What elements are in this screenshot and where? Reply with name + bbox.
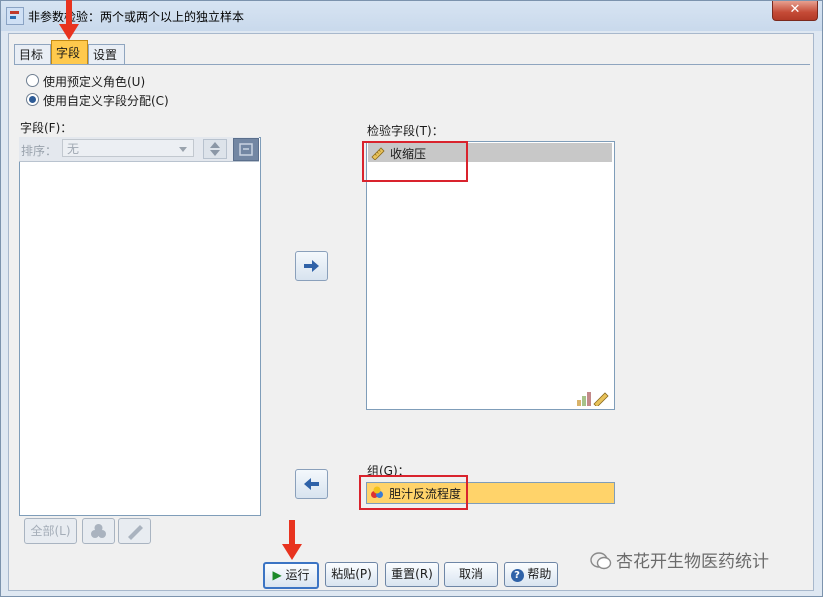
fields-list[interactable]	[19, 137, 261, 516]
measure-bars-ruler-icon	[577, 392, 609, 408]
filter-nominal-button[interactable]	[82, 518, 115, 544]
filter-scale-button[interactable]	[118, 518, 151, 544]
move-to-test-fields-button[interactable]	[295, 251, 328, 281]
reset-button[interactable]: 重置(R)	[385, 562, 439, 587]
run-button-label: 运行	[285, 568, 310, 582]
annotation-arrow-down-icon	[59, 0, 79, 40]
sort-dropdown[interactable]: 无	[62, 139, 194, 157]
wechat-icon	[590, 552, 612, 570]
help-button[interactable]: ? 帮助	[504, 562, 558, 587]
close-button[interactable]: ✕	[772, 1, 818, 21]
cancel-button[interactable]: 取消	[444, 562, 498, 587]
radio-label-custom: 使用自定义字段分配(C)	[43, 94, 169, 108]
radio-button-unchecked[interactable]	[26, 74, 39, 87]
tab-objective[interactable]: 目标	[14, 44, 51, 65]
test-fields-label: 检验字段(T)：	[367, 124, 444, 138]
sort-down-icon	[210, 150, 220, 156]
sort-order-toggle[interactable]	[203, 139, 227, 159]
title-bar: 非参数检验：两个或两个以上的独立样本 ✕	[1, 1, 822, 31]
tab-divider	[14, 64, 810, 65]
run-button[interactable]: ▶ 运行	[263, 562, 319, 589]
watermark-text: 杏花开生物医药统计	[616, 552, 769, 572]
measure-type-indicator	[576, 390, 610, 408]
play-icon: ▶	[272, 568, 282, 582]
radio-label-predefined: 使用预定义角色(U)	[43, 75, 146, 89]
arrow-left-icon	[304, 478, 319, 490]
chevron-down-icon	[179, 147, 187, 152]
tab-settings[interactable]: 设置	[88, 44, 125, 65]
highlight-box-test-field	[362, 141, 468, 182]
radio-button-checked[interactable]	[26, 93, 39, 106]
sort-label: 排序：	[21, 144, 58, 158]
highlight-box-group-field	[359, 475, 468, 510]
help-icon: ?	[510, 569, 524, 582]
help-button-label: 帮助	[527, 567, 552, 581]
tab-fields[interactable]: 字段	[51, 40, 88, 65]
paste-button[interactable]: 粘贴(P)	[325, 562, 378, 587]
watermark: 杏花开生物医药统计	[590, 549, 769, 575]
ruler-icon	[128, 525, 143, 540]
three-circles-icon	[91, 524, 106, 538]
radio-custom-assignments[interactable]: 使用自定义字段分配(C)	[26, 92, 169, 110]
annotation-arrow-down-icon	[282, 520, 302, 560]
reset-icon	[239, 143, 253, 156]
sort-reset-button[interactable]	[233, 138, 259, 161]
app-icon	[6, 7, 24, 25]
sort-dropdown-value: 无	[67, 142, 80, 156]
arrow-right-icon	[304, 260, 319, 272]
sort-up-icon	[210, 142, 220, 148]
fields-label: 字段(F)：	[20, 121, 73, 135]
select-all-button[interactable]: 全部(L)	[24, 518, 77, 544]
radio-predefined-roles[interactable]: 使用预定义角色(U)	[26, 73, 145, 91]
move-to-groups-button[interactable]	[295, 469, 328, 499]
sort-bar: 排序： 无	[19, 137, 259, 162]
